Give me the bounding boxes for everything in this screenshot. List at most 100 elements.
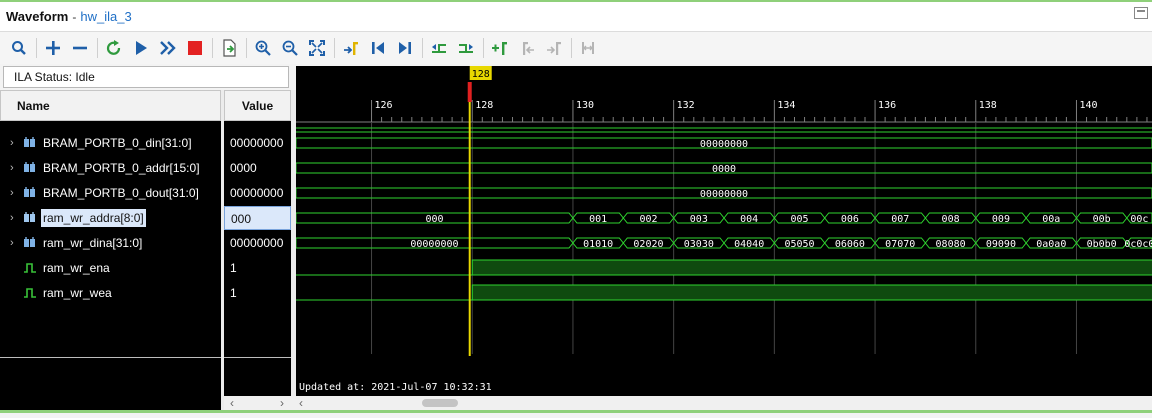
next-marker-button[interactable]: [543, 37, 565, 59]
bus-value-label: 0c0c0: [1124, 239, 1152, 250]
go-to-cursor-icon: [344, 42, 358, 55]
column-header-value[interactable]: Value: [224, 90, 291, 121]
search-icon: [12, 41, 26, 55]
remove-button[interactable]: [69, 37, 91, 59]
toolbar-separator: [571, 38, 572, 58]
maximize-icon[interactable]: [1134, 7, 1148, 19]
toolbar-separator: [246, 38, 247, 58]
search-button[interactable]: [8, 37, 30, 59]
bit-high-fill: [472, 260, 1152, 275]
partial-signal-row: BRAM_PORTB_0_...: [0, 121, 221, 123]
zoom-out-button[interactable]: [279, 37, 301, 59]
expand-chevron-icon[interactable]: ›: [10, 162, 19, 174]
bus-value-label: 06060: [835, 239, 865, 250]
time-tick-label: 138: [979, 100, 997, 111]
window-subtitle-link[interactable]: hw_ila_3: [80, 9, 131, 24]
next-transition-button[interactable]: [455, 37, 477, 59]
value-scrollbar[interactable]: ‹ ›: [224, 396, 296, 410]
bit-signal-icon: [24, 263, 36, 273]
stop-icon: [188, 41, 202, 55]
window-title: Waveform: [6, 9, 69, 24]
remove-icon: [73, 46, 87, 50]
zoom-in-button[interactable]: [252, 37, 274, 59]
bus-value-label: 009: [992, 214, 1010, 225]
signal-row[interactable]: › BRAM_PORTB_0_dout[31:0]: [0, 181, 221, 205]
bit-signal-icon: [24, 288, 36, 298]
panel-separator: [0, 357, 221, 358]
signal-name: BRAM_PORTB_0_addr[15:0]: [43, 161, 200, 175]
bus-value-label: 005: [790, 214, 808, 225]
bus-signal-icon: [24, 212, 35, 222]
expand-chevron-icon[interactable]: ›: [10, 237, 19, 249]
bus-value-label: 007: [891, 214, 909, 225]
scroll-right-icon[interactable]: ›: [280, 396, 284, 410]
toolbar-separator: [334, 38, 335, 58]
signal-row[interactable]: › ram_wr_addra[8:0]: [0, 206, 221, 230]
stop-button[interactable]: [184, 37, 206, 59]
fast-forward-icon: [160, 41, 176, 55]
expand-chevron-icon[interactable]: ›: [10, 137, 19, 149]
time-tick-label: 132: [677, 100, 695, 111]
previous-transition-button[interactable]: [428, 37, 450, 59]
go-to-cursor-button[interactable]: [340, 37, 362, 59]
signal-row[interactable]: › BRAM_PORTB_0_addr[15:0]: [0, 156, 221, 180]
bus-value-label: 003: [690, 214, 708, 225]
signal-row[interactable]: ›ram_wr_wea: [0, 281, 221, 305]
bus-value-label: 08080: [936, 239, 966, 250]
waveform-scrollbar[interactable]: ‹: [296, 396, 1152, 410]
bus-value-label: 03030: [684, 239, 714, 250]
signal-row[interactable]: › ram_wr_dina[31:0]: [0, 231, 221, 255]
toolbar-separator: [422, 38, 423, 58]
run-trigger-immediate-icon: [106, 40, 121, 55]
bus-value-label: 01010: [583, 239, 613, 250]
bus-value-label: 002: [639, 214, 657, 225]
scroll-left-icon[interactable]: ‹: [230, 396, 234, 410]
add-button[interactable]: [42, 37, 64, 59]
time-tick-label: 126: [375, 100, 393, 111]
ila-status-box: ILA Status: Idle: [3, 66, 289, 88]
column-header-name[interactable]: Name: [0, 90, 221, 121]
bus-value-label: 004: [740, 214, 758, 225]
zoom-fit-button[interactable]: [306, 37, 328, 59]
go-to-start-icon: [372, 42, 384, 54]
bus-value-label: 000: [425, 214, 443, 225]
play-button[interactable]: [130, 37, 152, 59]
bus-signal-icon: [24, 162, 35, 172]
go-to-end-button[interactable]: [394, 37, 416, 59]
title-separator: -: [72, 9, 77, 24]
previous-marker-button[interactable]: [516, 37, 538, 59]
panel-separator: [224, 357, 291, 358]
play-icon: [136, 41, 147, 55]
signal-row[interactable]: ›ram_wr_ena: [0, 256, 221, 280]
scrollbar-thumb[interactable]: [422, 399, 458, 407]
scroll-left-icon[interactable]: ‹: [299, 396, 303, 410]
add-marker-button[interactable]: [489, 37, 511, 59]
swap-cursors-button[interactable]: [577, 37, 599, 59]
go-to-start-button[interactable]: [367, 37, 389, 59]
next-transition-icon: [459, 44, 473, 53]
bus-value-label: 00000000: [410, 239, 458, 250]
expand-chevron-icon[interactable]: ›: [10, 212, 19, 224]
go-to-end-icon: [399, 42, 411, 54]
bus-value-label: 05050: [784, 239, 814, 250]
bus-value-label: 0a0a0: [1036, 239, 1066, 250]
run-trigger-immediate-button[interactable]: [103, 37, 125, 59]
waveform-toolbar: [0, 32, 1152, 64]
export-button[interactable]: [218, 37, 240, 59]
signal-name: BRAM_PORTB_0_dout[31:0]: [43, 186, 199, 200]
fast-forward-button[interactable]: [157, 37, 179, 59]
expand-chevron-icon[interactable]: ›: [10, 187, 19, 199]
signal-row[interactable]: › BRAM_PORTB_0_din[31:0]: [0, 131, 221, 155]
signal-name: ram_wr_addra[8:0]: [41, 209, 146, 227]
signal-value: 00000000: [230, 136, 284, 150]
signal-value[interactable]: 000: [224, 206, 291, 230]
bus-signal-icon: [24, 237, 35, 247]
waveform-canvas[interactable]: 126 128 130 132 134 136 138 140 00000000 0000 0000…: [296, 66, 1152, 396]
bus-value-label: 0000: [712, 164, 736, 175]
previous-marker-icon: [523, 42, 534, 55]
cursor-marker: [467, 82, 472, 102]
signal-value: 0000: [230, 161, 257, 175]
bottom-border: [0, 410, 1152, 418]
ila-status-label: ILA Status:: [14, 70, 73, 84]
updated-timestamp: Updated at: 2021-Jul-07 10:32:31: [299, 382, 492, 393]
